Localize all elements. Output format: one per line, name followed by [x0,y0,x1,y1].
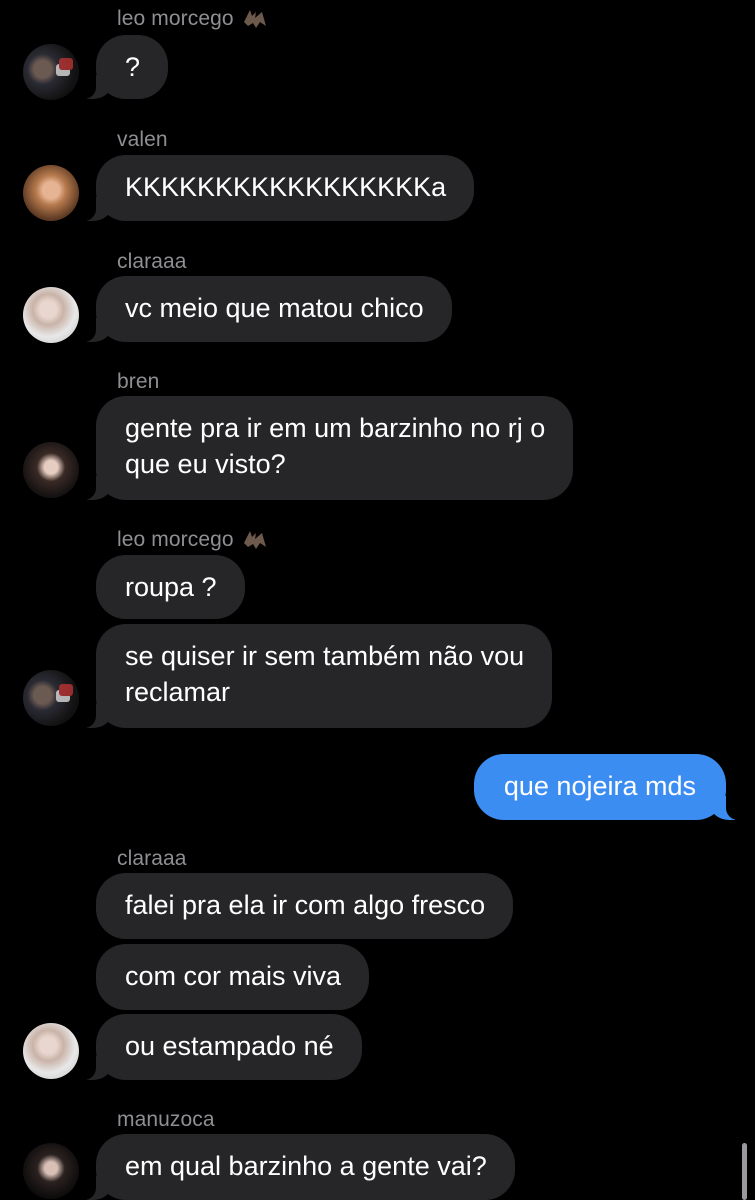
message-bubble[interactable]: falei pra ela ir com algo fresco [96,873,514,939]
sender-name: manuzoca [117,1108,215,1131]
avatar[interactable] [23,1143,79,1199]
sender-name: claraaa [117,250,187,273]
message-bubble[interactable]: ? [81,35,169,99]
sender-name: valen [117,128,168,151]
message-bubble[interactable]: se quiser ir sem também não vou reclamar [81,624,553,728]
outgoing-message-bubble[interactable]: que nojeira mds [473,754,741,820]
sender-name: leo morcego [117,527,268,553]
scrollbar[interactable] [742,1143,747,1200]
bat-emoji-icon [243,531,266,549]
bat-emoji-icon [243,10,266,28]
message-bubble[interactable]: KKKKKKKKKKKKKKKKKa [81,155,475,221]
message-bubble[interactable]: com cor mais viva [96,944,370,1010]
message-bubble[interactable]: gente pra ir em um barzinho no rj o que … [81,396,574,500]
message-bubble[interactable]: em qual barzinho a gente vai? [82,1134,515,1200]
message-bubble[interactable]: roupa ? [96,555,245,619]
message-bubble[interactable]: ou estampado né [82,1014,362,1080]
avatar[interactable] [23,287,79,343]
avatar[interactable] [23,1023,79,1079]
sender-name: claraaa [117,847,187,870]
sender-name: leo morcego [117,6,268,32]
avatar[interactable] [23,670,79,726]
avatar[interactable] [23,165,79,221]
sender-name: bren [117,370,160,393]
avatar[interactable] [23,44,79,100]
avatar[interactable] [23,442,79,498]
message-bubble[interactable]: vc meio que matou chico [82,276,452,342]
